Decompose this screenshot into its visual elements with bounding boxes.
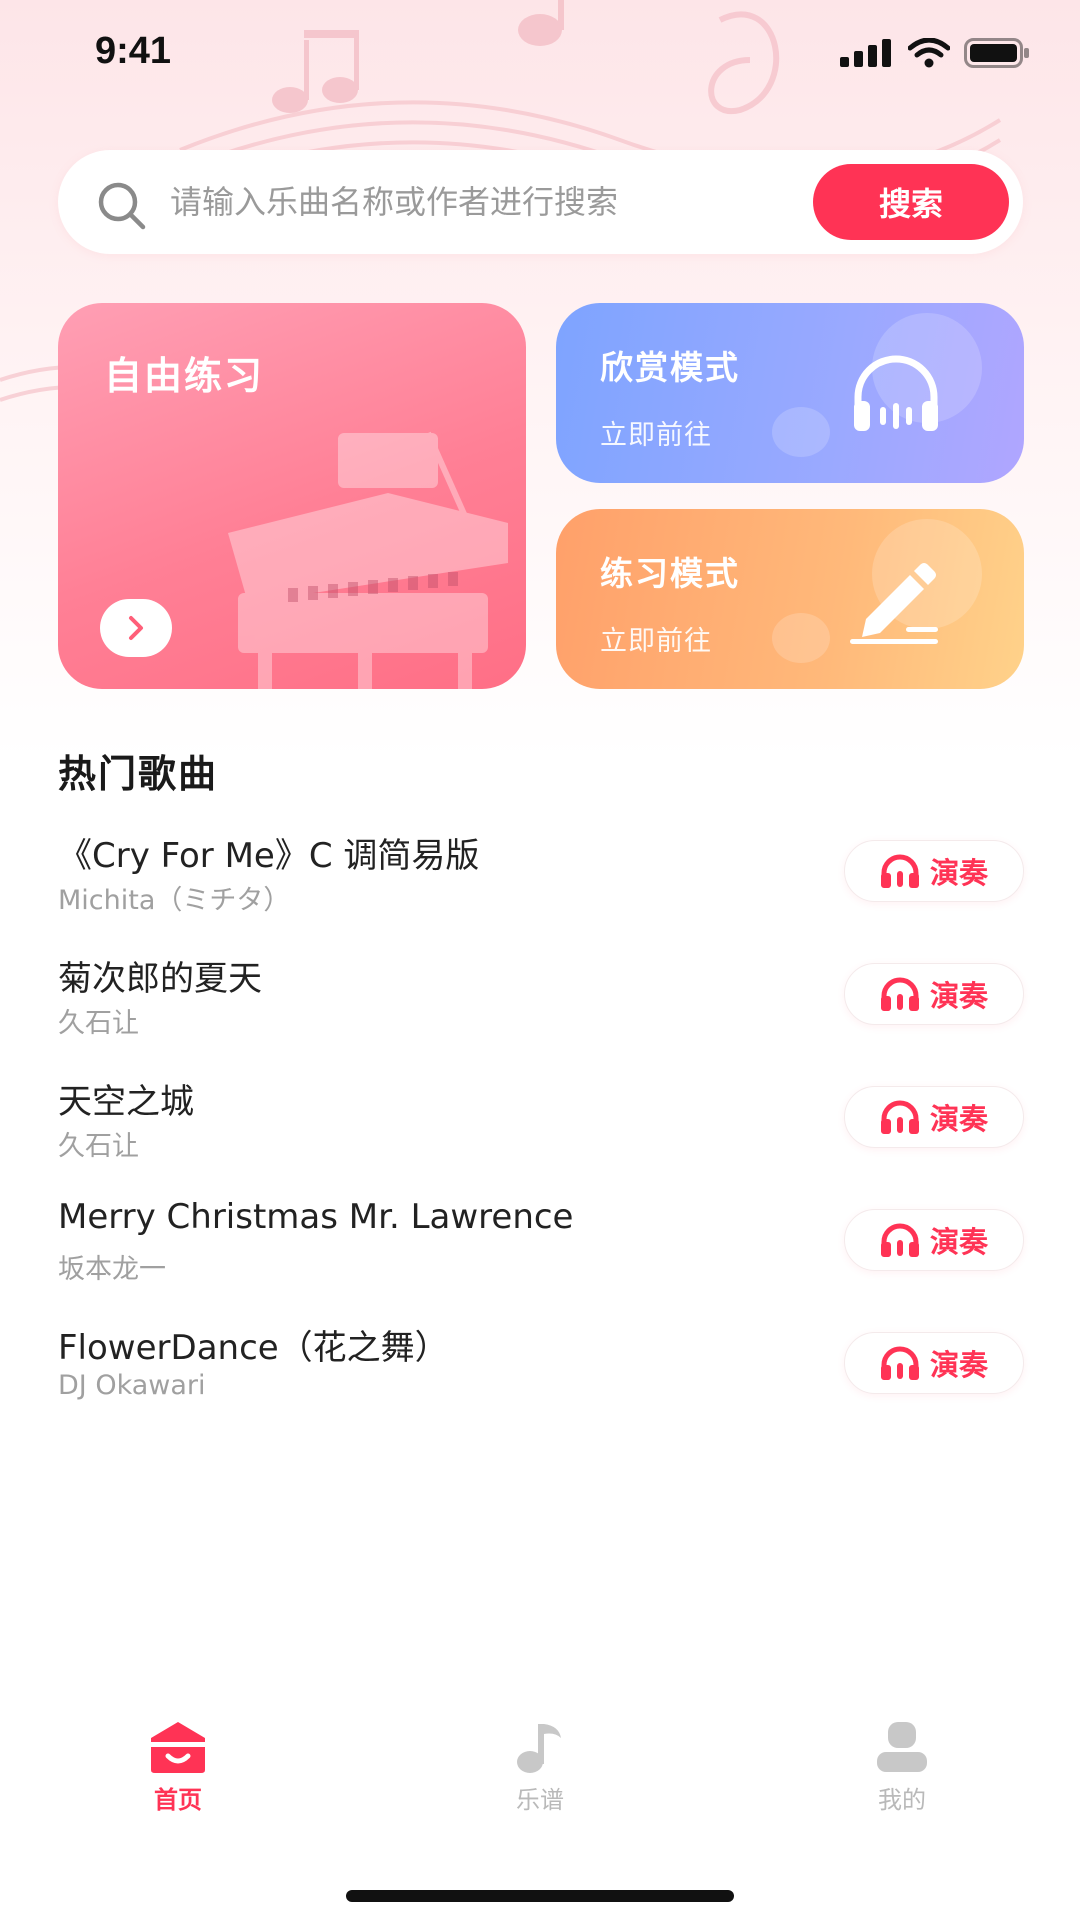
song-artist: 坂本龙一 [58,1254,166,1285]
hot-songs-list: 《Cry For Me》C 调简易版 Michita（ミチタ） 演奏 菊次郎的夏… [58,822,1024,1437]
bottom-tab-bar: 首页 乐谱 我的 [0,1720,1080,1840]
bubble-decoration [772,613,830,663]
cellular-signal-icon [840,39,891,67]
appreciation-mode-title: 欣赏模式 [600,348,740,387]
song-title: 《Cry For Me》C 调简易版 [58,836,480,876]
song-title: 天空之城 [58,1082,194,1122]
headphones-icon [880,977,919,1011]
home-indicator [346,1890,734,1902]
free-practice-title: 自由练习 [104,354,265,398]
song-row[interactable]: 菊次郎的夏天 久石让 演奏 [58,945,1024,1068]
tab-sheet-music[interactable]: 乐谱 [440,1720,640,1815]
status-time: 9:41 [95,30,172,72]
status-icons [840,38,1030,68]
song-row[interactable]: Merry Christmas Mr. Lawrence 坂本龙一 演奏 [58,1191,1024,1314]
song-row[interactable]: 天空之城 久石让 演奏 [58,1068,1024,1191]
play-button[interactable]: 演奏 [844,1209,1024,1271]
search-bar: 搜索 [58,150,1023,254]
play-button[interactable]: 演奏 [844,1332,1024,1394]
chevron-right-icon [129,616,143,640]
song-title: Merry Christmas Mr. Lawrence [58,1197,574,1237]
headphones-icon [880,1346,919,1380]
wifi-icon [908,38,950,68]
grand-piano-icon [228,431,508,689]
search-icon [98,182,146,230]
play-button-label: 演奏 [929,1225,988,1259]
headphones-icon [880,1223,919,1257]
free-practice-card[interactable]: 自由练习 [58,303,526,689]
hot-songs-title: 热门歌曲 [58,752,219,796]
song-row[interactable]: 《Cry For Me》C 调简易版 Michita（ミチタ） 演奏 [58,822,1024,945]
song-title: FlowerDance（花之舞） [58,1328,449,1368]
song-title: 菊次郎的夏天 [58,959,262,999]
practice-mode-subtitle: 立即前往 [600,626,712,657]
song-artist: Michita（ミチタ） [58,885,291,916]
practice-mode-title: 练习模式 [600,554,740,593]
play-button[interactable]: 演奏 [844,840,1024,902]
search-input[interactable] [170,172,770,232]
tab-home[interactable]: 首页 [78,1720,278,1815]
tab-sheet-music-label: 乐谱 [516,1786,564,1814]
battery-icon [964,38,1029,68]
search-button[interactable]: 搜索 [813,164,1009,240]
tab-home-label: 首页 [154,1786,202,1814]
headphones-icon [880,854,919,888]
pencil-icon [850,563,938,644]
play-button-label: 演奏 [929,1102,988,1136]
appreciation-mode-subtitle: 立即前往 [600,420,712,451]
song-artist: 久石让 [58,1131,139,1162]
song-artist: 久石让 [58,1008,139,1039]
play-button-label: 演奏 [929,856,988,890]
profile-icon [877,1722,927,1772]
home-icon [151,1722,205,1773]
play-button-label: 演奏 [929,979,988,1013]
play-button-label: 演奏 [929,1348,988,1382]
play-button[interactable]: 演奏 [844,1086,1024,1148]
free-practice-arrow-button[interactable] [100,599,172,657]
tab-profile[interactable]: 我的 [802,1720,1002,1815]
practice-mode-card[interactable]: 练习模式 立即前往 [556,509,1024,689]
song-artist: DJ Okawari [58,1370,206,1401]
music-note-icon [517,1724,561,1773]
status-bar: 9:41 [0,0,1080,110]
headphones-icon [880,1100,919,1134]
headphones-icon [854,355,938,431]
tab-profile-label: 我的 [878,1786,926,1814]
appreciation-mode-card[interactable]: 欣赏模式 立即前往 [556,303,1024,483]
play-button[interactable]: 演奏 [844,963,1024,1025]
song-row[interactable]: FlowerDance（花之舞） DJ Okawari 演奏 [58,1314,1024,1437]
bubble-decoration [772,407,830,457]
